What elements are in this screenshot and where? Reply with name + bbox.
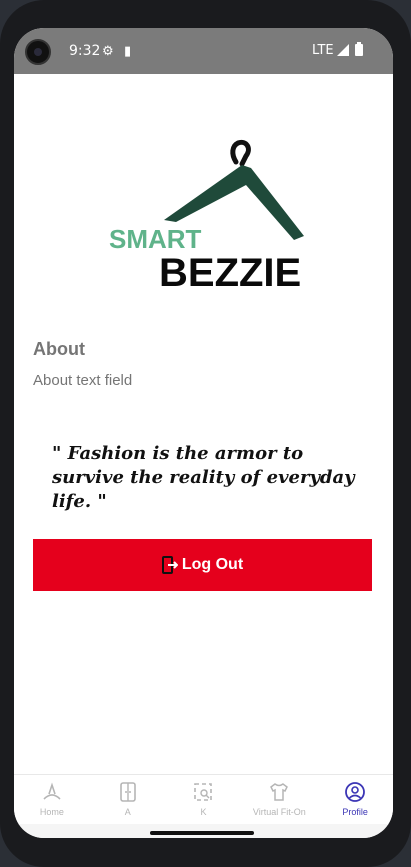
nav-label: K	[200, 807, 207, 817]
nav-label: A	[124, 807, 131, 817]
signal-icon	[337, 44, 349, 56]
nav-label: Home	[39, 807, 64, 817]
profile-content: SMART BEZZIE About About text field " Fa…	[14, 74, 393, 774]
network-type: LTE	[312, 43, 334, 58]
bottom-navigation: Home A K Virtual Fit-On Profile	[14, 774, 393, 825]
logout-label: Log Out	[181, 556, 244, 573]
nav-label: Profile	[342, 807, 368, 817]
scan-icon	[194, 783, 213, 801]
about-heading: About	[33, 339, 85, 359]
status-bar: 9:32 ⚙ ▮ LTE	[14, 28, 393, 74]
status-time: 9:32	[69, 43, 101, 59]
nav-label: Virtual Fit-On	[252, 807, 306, 817]
smart-bezzie-logo: SMART BEZZIE	[109, 139, 304, 290]
fashion-quote: " Fashion is the armor to survive the re…	[52, 443, 355, 512]
nav-item-home[interactable]: Home	[14, 775, 90, 825]
nav-item-profile[interactable]: Profile	[317, 775, 393, 825]
logo-word-smart: SMART	[109, 224, 202, 254]
tshirt-icon	[270, 783, 289, 801]
wardrobe-icon	[119, 782, 136, 802]
nav-item-a[interactable]: A	[90, 775, 166, 825]
logo-word-bezzie: BEZZIE	[159, 251, 301, 290]
camera-icon	[25, 39, 51, 65]
logout-icon	[161, 556, 178, 574]
home-gesture-handle[interactable]	[150, 831, 254, 835]
home-icon	[43, 782, 61, 800]
profile-icon	[345, 782, 365, 802]
nav-item-virtual-fit-on[interactable]: Virtual Fit-On	[241, 775, 317, 825]
battery-icon	[355, 42, 363, 56]
nav-item-k[interactable]: K	[166, 775, 242, 825]
app-screen: 9:32 ⚙ ▮ LTE SMART BEZZIE About About te…	[14, 28, 393, 838]
hanger-hook	[230, 139, 251, 167]
settings-icon: ⚙	[102, 43, 114, 58]
sd-card-icon: ▮	[124, 43, 132, 58]
logout-button[interactable]: Log Out	[33, 539, 372, 591]
phone-frame: 9:32 ⚙ ▮ LTE SMART BEZZIE About About te…	[0, 0, 411, 867]
about-text: About text field	[33, 372, 133, 389]
